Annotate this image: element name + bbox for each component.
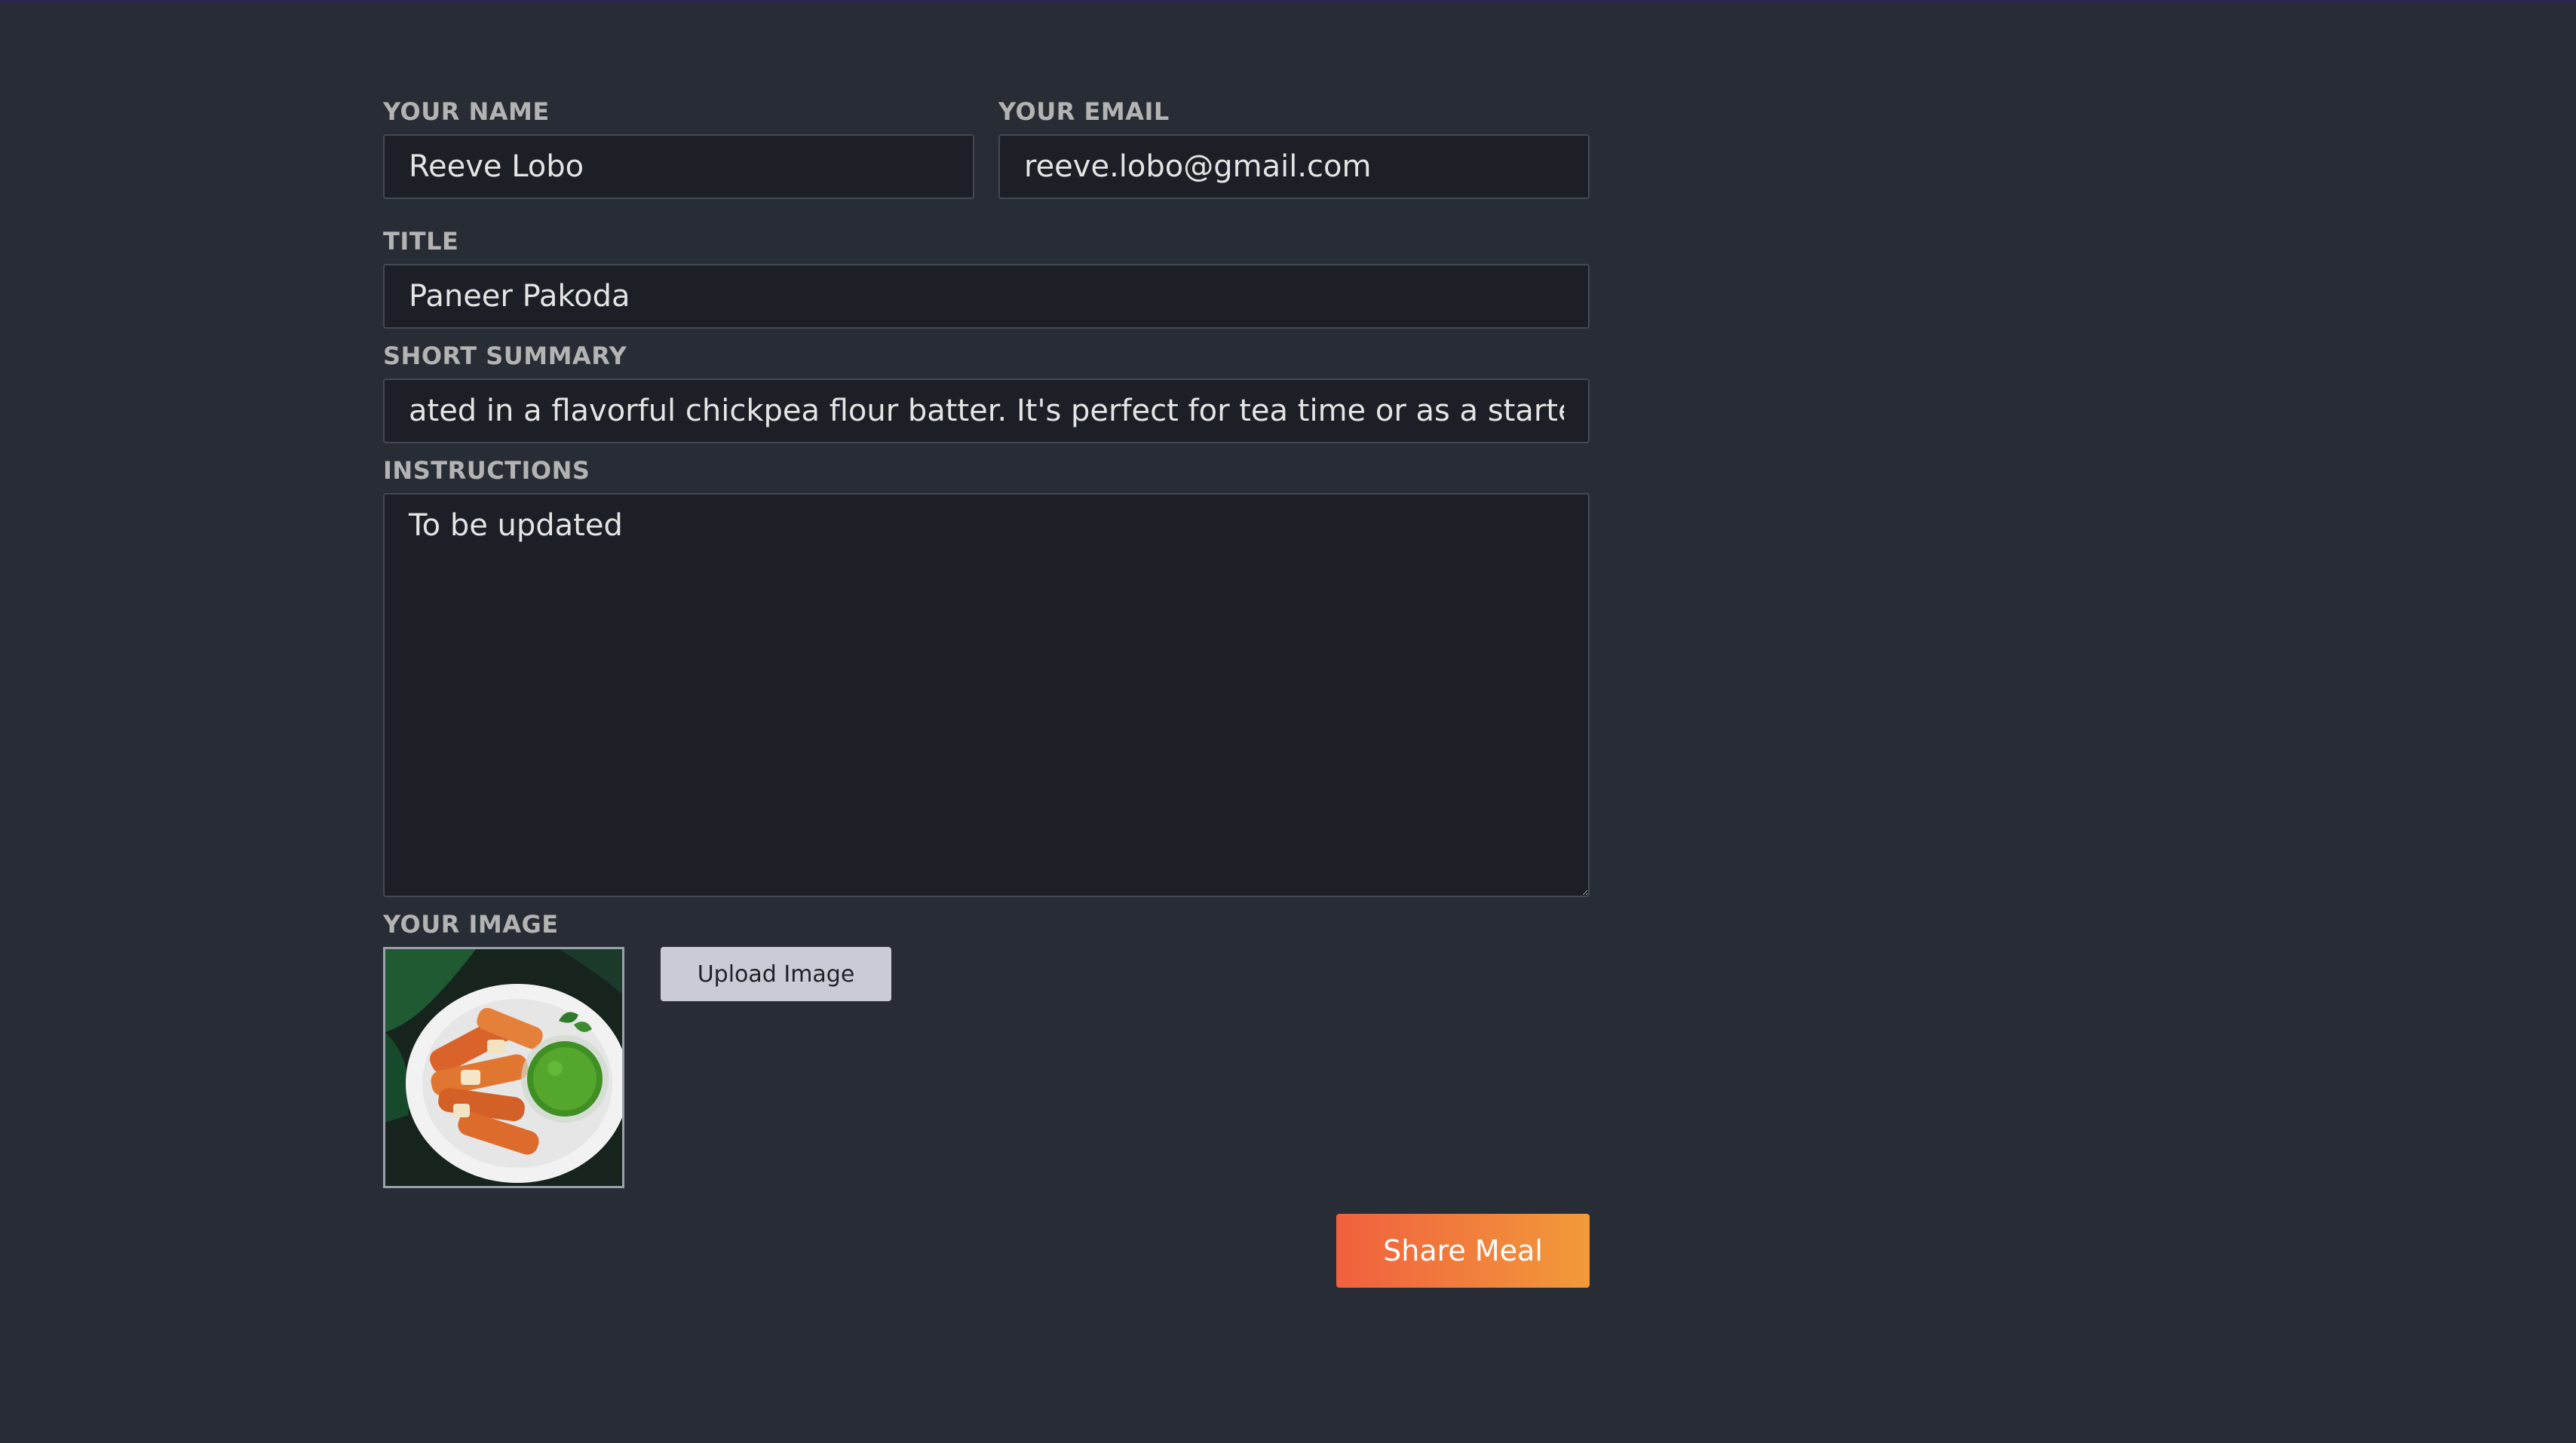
title-label: Title bbox=[383, 227, 459, 256]
name-field-group: Your Name bbox=[383, 97, 974, 199]
food-plate-image-art bbox=[385, 949, 622, 1186]
share-meal-button[interactable]: Share Meal bbox=[1336, 1214, 1590, 1288]
instructions-textarea[interactable]: To be updated bbox=[383, 493, 1590, 897]
image-field-group: Your Image bbox=[383, 909, 1590, 1188]
instructions-field-group: Instructions To be updated bbox=[383, 455, 1590, 897]
summary-label: Short Summary bbox=[383, 342, 627, 370]
image-picker: Upload Image bbox=[383, 947, 1590, 1188]
contact-row: Your Name Your Email bbox=[383, 97, 1590, 199]
upload-image-button[interactable]: Upload Image bbox=[661, 947, 891, 1001]
form-actions: Share Meal bbox=[383, 1214, 1590, 1288]
summary-field-group: Short Summary bbox=[383, 341, 1590, 443]
name-input[interactable] bbox=[383, 134, 974, 199]
email-label: Your Email bbox=[998, 97, 1170, 126]
top-accent-line bbox=[0, 0, 2576, 3]
title-field-group: Title bbox=[383, 226, 1590, 329]
share-meal-form: Your Name Your Email Title Short Summary… bbox=[383, 97, 1590, 1288]
instructions-label: Instructions bbox=[383, 456, 590, 485]
food-plate-image bbox=[383, 947, 624, 1188]
email-field-group: Your Email bbox=[998, 97, 1590, 199]
summary-input[interactable] bbox=[383, 378, 1590, 443]
title-input[interactable] bbox=[383, 264, 1590, 329]
email-input[interactable] bbox=[998, 134, 1590, 199]
image-label: Your Image bbox=[383, 910, 559, 939]
name-label: Your Name bbox=[383, 97, 550, 126]
